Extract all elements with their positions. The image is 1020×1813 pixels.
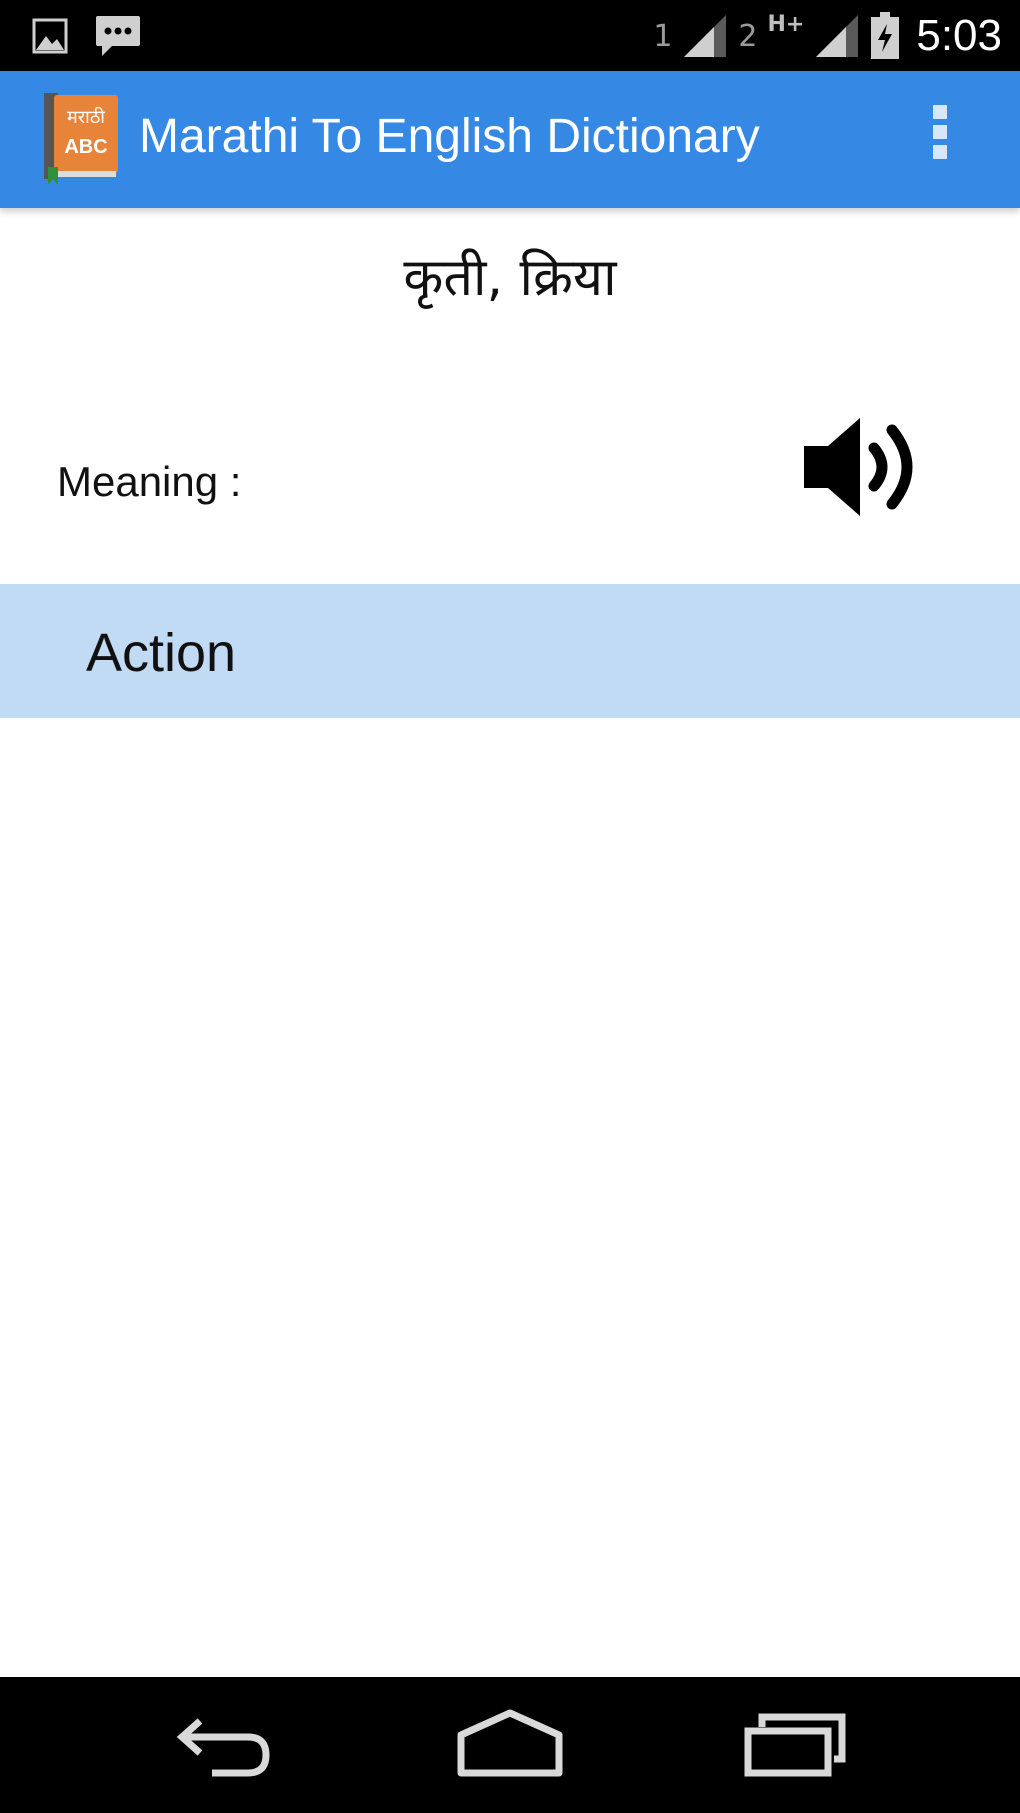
app-bar: मराठी ABC Marathi To English Dictionary (0, 71, 1020, 208)
screen: 1 2 H+ 5:03 मराठी ABC Marathi To English… (0, 0, 1020, 1813)
speaker-icon[interactable] (800, 410, 930, 525)
network-type: H+ (767, 11, 805, 37)
back-icon[interactable] (170, 1707, 280, 1783)
marathi-word: कृती, क्रिया (403, 248, 617, 308)
app-title: Marathi To English Dictionary (139, 110, 760, 163)
notification-icons (32, 14, 142, 58)
meaning-label: Meaning : (57, 458, 242, 505)
signal-strength-icon (684, 15, 727, 57)
clock: 5:03 (916, 11, 1002, 60)
meaning-row: Action (0, 584, 1020, 718)
system-indicators: 1 2 H+ 5:03 (653, 8, 1002, 64)
status-bar: 1 2 H+ 5:03 (0, 0, 1020, 71)
navigation-bar (0, 1677, 1020, 1813)
chat-icon (96, 16, 140, 56)
gallery-icon (32, 18, 68, 54)
logo-text-bottom: ABC (64, 136, 107, 158)
battery-charging-icon (871, 12, 900, 59)
logo-text-top: मराठी (67, 106, 105, 128)
overflow-menu-icon (933, 105, 947, 119)
recents-icon[interactable] (740, 1707, 850, 1783)
signal-strength-icon (816, 15, 859, 57)
english-meaning: Action (86, 623, 237, 683)
sim1-label: 1 (653, 18, 673, 54)
app-logo-icon: मराठी ABC (44, 93, 118, 185)
overflow-menu-button[interactable] (925, 105, 955, 171)
home-icon[interactable] (455, 1707, 565, 1783)
sim2-label: 2 (738, 18, 758, 54)
